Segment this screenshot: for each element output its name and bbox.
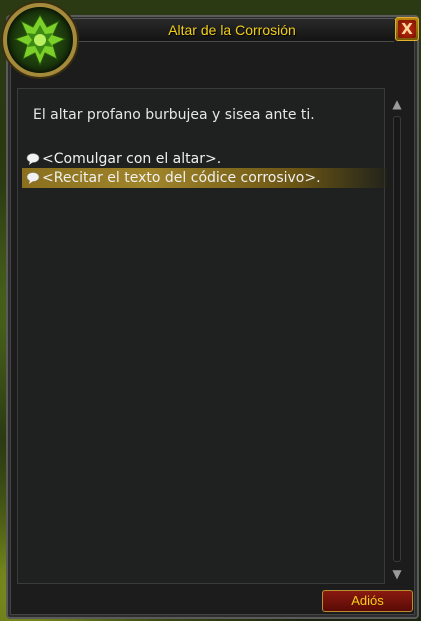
- close-button[interactable]: X: [395, 17, 419, 41]
- speech-bubble-icon: [26, 153, 40, 165]
- npc-portrait: [3, 3, 77, 77]
- gossip-option-recite[interactable]: <Recitar el texto del códice corrosivo>.: [22, 168, 387, 188]
- gossip-option-commune[interactable]: <Comulgar con el altar>.: [22, 149, 387, 169]
- speech-bubble-icon: [26, 172, 40, 184]
- scrollbar[interactable]: ▲ ▼: [386, 96, 408, 582]
- gossip-option-label: <Recitar el texto del códice corrosivo>.: [42, 170, 321, 186]
- corrosion-altar-icon: [13, 14, 67, 67]
- gossip-content-panel: El altar profano burbujea y sisea ante t…: [17, 88, 387, 584]
- window-title: Altar de la Corrosión: [168, 22, 296, 38]
- scroll-up-icon[interactable]: ▲: [387, 96, 407, 112]
- scroll-rail[interactable]: [393, 116, 401, 562]
- gossip-option-label: <Comulgar con el altar>.: [42, 151, 222, 167]
- close-icon: X: [398, 20, 416, 38]
- scroll-down-icon[interactable]: ▼: [387, 566, 407, 582]
- npc-greeting-text: El altar profano burbujea y sisea ante t…: [33, 107, 315, 123]
- window-title-bar[interactable]: Altar de la Corrosión: [70, 18, 394, 42]
- goodbye-button[interactable]: Adiós: [322, 590, 413, 612]
